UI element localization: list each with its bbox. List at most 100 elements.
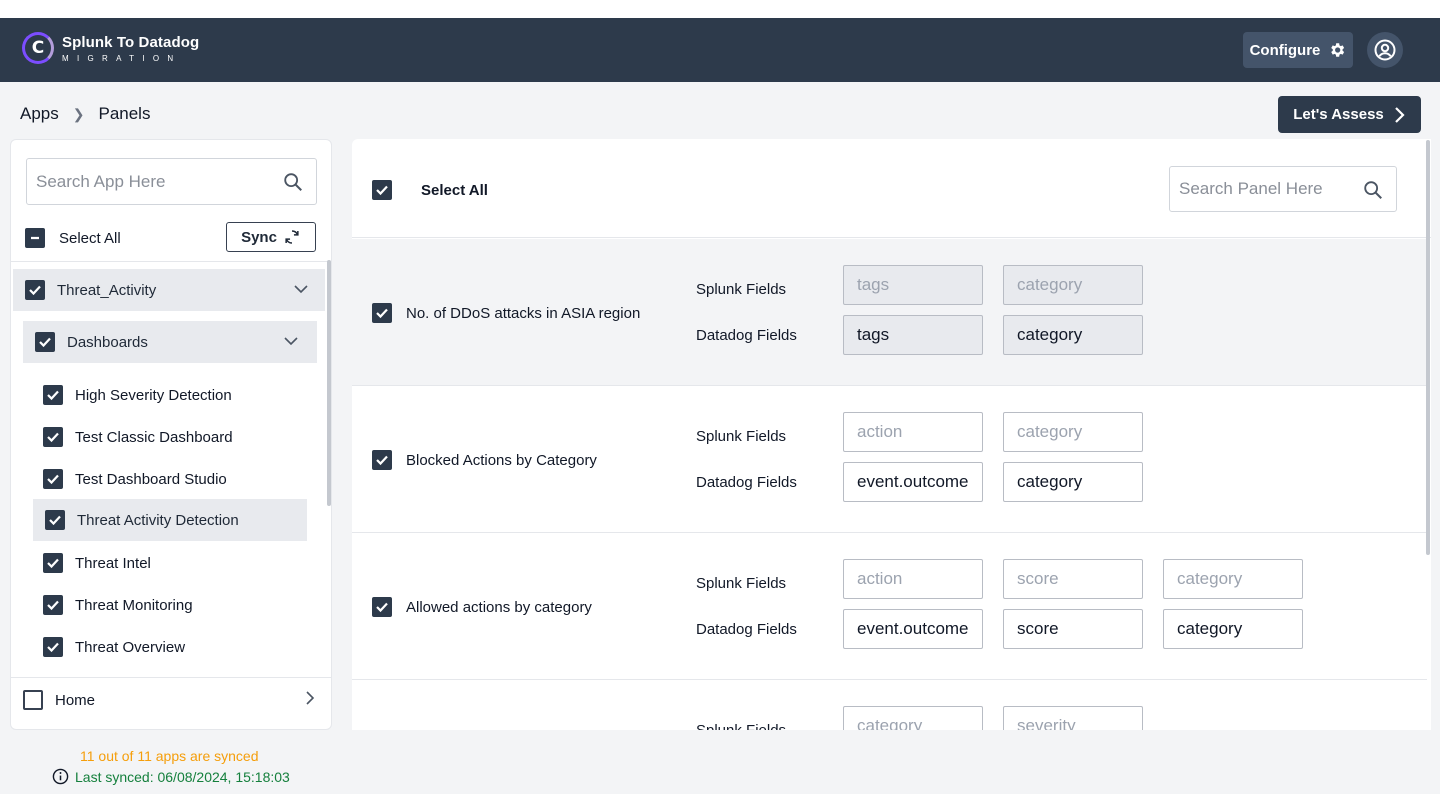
chevron-down-icon[interactable]: [293, 283, 309, 295]
dashboard-item[interactable]: High Severity Detection: [43, 385, 232, 405]
search-icon[interactable]: [282, 171, 304, 193]
app-item-threat-activity[interactable]: Threat_Activity: [13, 269, 325, 311]
dashboard-label: Threat Monitoring: [75, 596, 193, 614]
chevron-down-icon[interactable]: [283, 335, 299, 347]
dashboard-label: Threat Intel: [75, 554, 151, 572]
check-icon: [47, 600, 59, 611]
user-avatar[interactable]: [1367, 32, 1403, 68]
check-icon: [47, 432, 59, 443]
app-name: Threat_Activity: [57, 281, 157, 299]
search-icon[interactable]: [1362, 179, 1384, 201]
bottom-strip: [0, 794, 1440, 812]
chevron-right-icon: [1395, 106, 1405, 123]
splunk-fields-label: Splunk Fields: [696, 575, 787, 592]
chevron-right-icon[interactable]: [305, 690, 315, 706]
app-checkbox[interactable]: [23, 690, 43, 710]
dashboard-label: Threat Activity Detection: [77, 511, 239, 529]
dashboard-item[interactable]: Threat Monitoring: [43, 595, 193, 615]
datadog-field-input[interactable]: category: [1003, 462, 1143, 502]
panel-row: Allowed actions by category Splunk Field…: [352, 533, 1427, 680]
sync-button[interactable]: Sync: [226, 222, 316, 252]
dashboard-checkbox[interactable]: [45, 510, 65, 530]
splunk-field: tags: [843, 265, 983, 305]
dashboard-item[interactable]: Test Classic Dashboard: [43, 427, 233, 447]
app-item-home[interactable]: Home: [23, 690, 319, 710]
splunk-fields-label: Splunk Fields: [696, 428, 787, 445]
dashboard-item[interactable]: Threat Overview: [43, 637, 185, 657]
dashboard-label: High Severity Detection: [75, 386, 232, 404]
datadog-field-input[interactable]: score: [1003, 609, 1143, 649]
divider: [11, 261, 331, 262]
logo-mark: C: [22, 32, 54, 64]
dashboard-checkbox[interactable]: [43, 553, 63, 573]
group-checkbox[interactable]: [35, 332, 55, 352]
app-header: C Splunk To Datadog MIGRATION Configure: [0, 18, 1440, 82]
dashboard-item[interactable]: Test Dashboard Studio: [43, 469, 227, 489]
panel-name: Allowed actions by category: [406, 598, 592, 616]
dashboard-checkbox[interactable]: [43, 469, 63, 489]
dashboard-checkbox[interactable]: [43, 427, 63, 447]
app-subtitle: MIGRATION: [62, 53, 182, 63]
dashboard-item[interactable]: Threat Intel: [43, 553, 151, 573]
check-icon: [47, 642, 59, 653]
gear-icon: [1331, 43, 1345, 57]
app-title: Splunk To Datadog: [62, 33, 200, 51]
splunk-field: severity: [1003, 706, 1143, 730]
sync-label: Sync: [241, 228, 277, 246]
page-body: Apps ❯ Panels Let's Assess Select All Sy…: [0, 82, 1440, 794]
last-synced-row: Last synced: 06/08/2024, 15:18:03: [52, 768, 290, 785]
sidebar-scrollbar[interactable]: [327, 260, 331, 506]
apps-sidebar: Select All Sync Threat_Activity Dashboar…: [10, 139, 332, 730]
dashboard-checkbox[interactable]: [43, 595, 63, 615]
check-icon: [49, 515, 61, 526]
dashboard-item-selected[interactable]: Threat Activity Detection: [33, 499, 307, 541]
datadog-fields-label: Datadog Fields: [696, 621, 797, 638]
datadog-fields-label: Datadog Fields: [696, 474, 797, 491]
dashboard-label: Test Dashboard Studio: [75, 470, 227, 488]
dashboard-checkbox[interactable]: [43, 637, 63, 657]
panel-checkbox[interactable]: [372, 303, 392, 323]
datadog-field-input[interactable]: event.outcome: [843, 609, 983, 649]
splunk-field: action: [843, 412, 983, 452]
datadog-field-input[interactable]: tags: [843, 315, 983, 355]
select-all-panels-row[interactable]: Select All: [372, 180, 488, 200]
splunk-fields-label: Splunk Fields: [696, 281, 787, 298]
configure-button[interactable]: Configure: [1243, 32, 1353, 68]
dashboard-label: Test Classic Dashboard: [75, 428, 233, 446]
select-all-panels-label: Select All: [421, 181, 488, 199]
search-panel-input[interactable]: [1179, 179, 1349, 199]
search-app-box: [26, 158, 317, 205]
datadog-field-input[interactable]: event.outcome: [843, 462, 983, 502]
info-icon[interactable]: [52, 768, 69, 785]
panel-row: Blocked Actions by Category Splunk Field…: [352, 386, 1427, 533]
select-all-apps-row[interactable]: Select All: [25, 228, 121, 248]
datadog-field-input[interactable]: category: [1003, 315, 1143, 355]
lets-assess-label: Let's Assess: [1293, 106, 1384, 123]
panels-scrollbar[interactable]: [1426, 140, 1430, 555]
group-name: Dashboards: [67, 333, 148, 351]
sync-icon: [285, 230, 299, 244]
breadcrumb-apps[interactable]: Apps: [20, 104, 59, 124]
check-icon: [376, 455, 388, 466]
app-logo[interactable]: C Splunk To Datadog MIGRATION: [22, 32, 199, 64]
panel-name: Blocked Actions by Category: [406, 451, 597, 469]
panel-checkbox[interactable]: [372, 597, 392, 617]
check-icon: [47, 558, 59, 569]
lets-assess-button[interactable]: Let's Assess: [1278, 96, 1421, 133]
panel-checkbox[interactable]: [372, 450, 392, 470]
datadog-field-input[interactable]: category: [1163, 609, 1303, 649]
splunk-field: score: [1003, 559, 1143, 599]
check-icon: [47, 474, 59, 485]
splunk-field: category: [843, 706, 983, 730]
panel-row: No. of DDoS attacks in ASIA region Splun…: [352, 239, 1427, 386]
select-all-panels-checkbox[interactable]: [372, 180, 392, 200]
select-all-apps-checkbox[interactable]: [25, 228, 45, 248]
check-icon: [376, 185, 388, 196]
breadcrumb: Apps ❯ Panels: [20, 104, 150, 124]
splunk-field: category: [1003, 265, 1143, 305]
dashboard-checkbox[interactable]: [43, 385, 63, 405]
search-app-input[interactable]: [36, 171, 266, 192]
app-checkbox[interactable]: [25, 280, 45, 300]
group-item-dashboards[interactable]: Dashboards: [23, 321, 317, 363]
check-icon: [376, 602, 388, 613]
